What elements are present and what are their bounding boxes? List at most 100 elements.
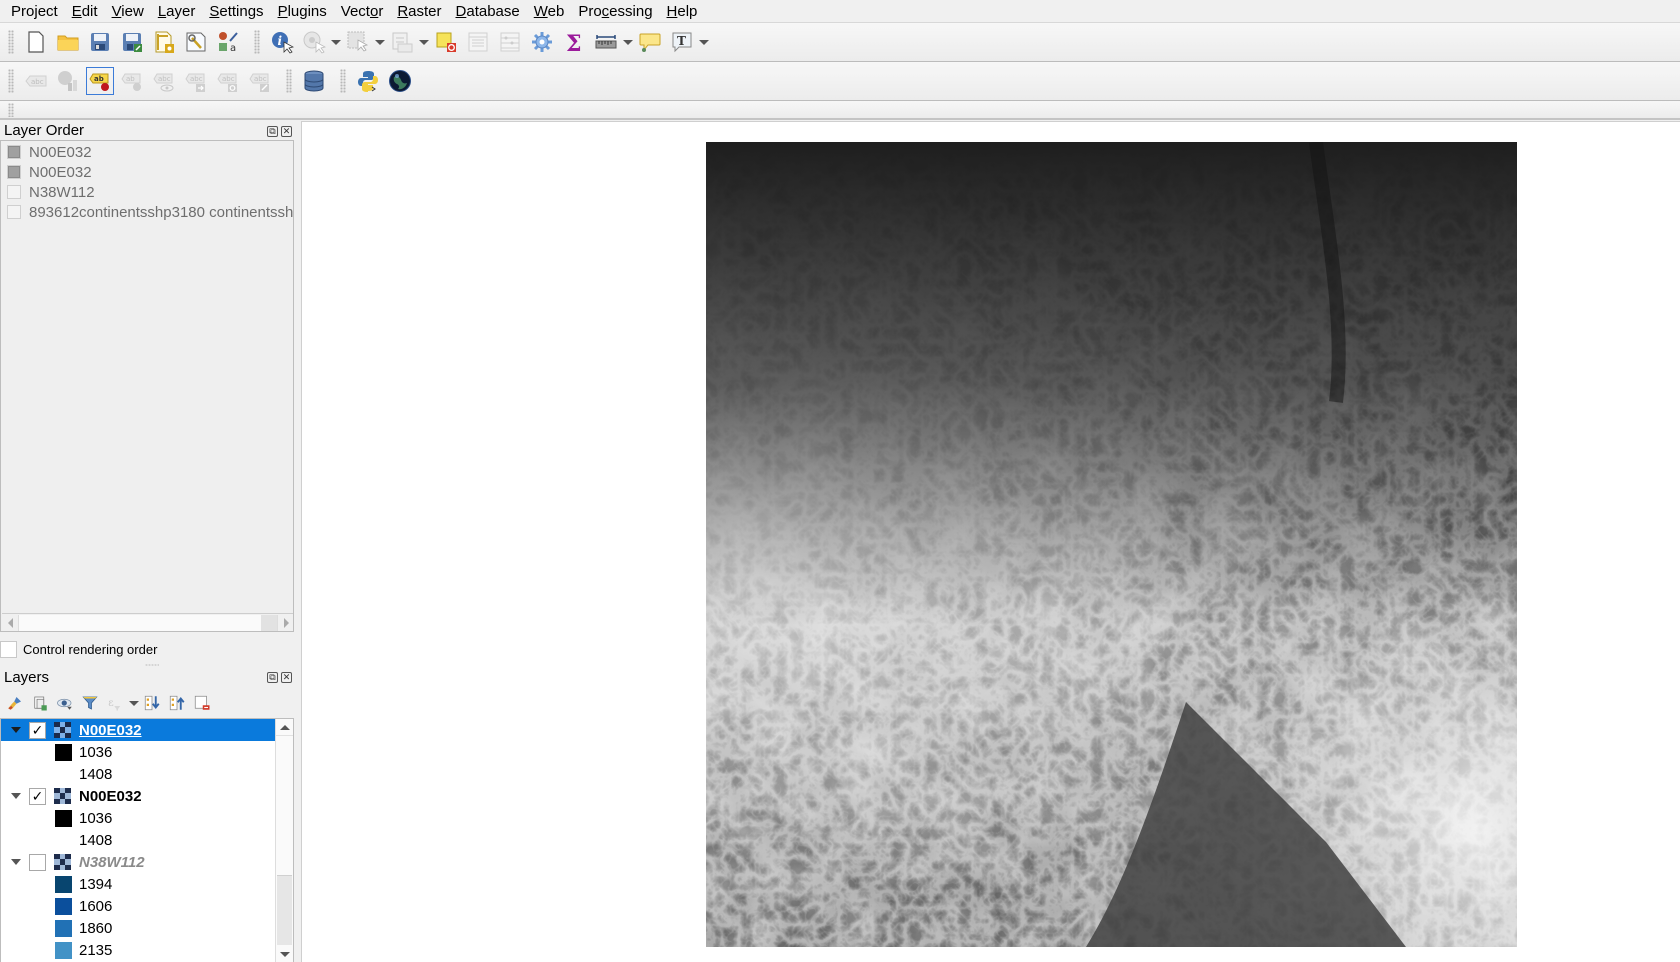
python-console-button[interactable]: [352, 65, 384, 97]
layer-order-checkbox[interactable]: [7, 205, 21, 219]
menu-raster[interactable]: Raster: [390, 0, 448, 23]
move-label-button[interactable]: abc: [180, 65, 212, 97]
new-project-button[interactable]: [20, 26, 52, 58]
scroll-down-arrow[interactable]: [276, 946, 293, 962]
run-feature-action-dropdown[interactable]: [330, 26, 342, 58]
menu-view[interactable]: View: [105, 0, 151, 23]
layer-order-item[interactable]: 893612continentsshp3180 continentsshp: [1, 202, 293, 222]
collapse-all-button[interactable]: [166, 692, 188, 714]
statistical-summary-button[interactable]: Σ: [558, 26, 590, 58]
filter-expression-dropdown[interactable]: [129, 692, 138, 714]
open-project-button[interactable]: [52, 26, 84, 58]
toolbar-grip[interactable]: [254, 30, 260, 54]
scroll-thumb[interactable]: [261, 614, 277, 631]
layer-visibility-checkbox[interactable]: ✓: [29, 721, 46, 739]
open-layer-styling-button[interactable]: [4, 692, 26, 714]
legend-item[interactable]: 1036: [1, 741, 293, 763]
legend-item[interactable]: 2135: [1, 939, 293, 961]
run-feature-action-button[interactable]: [298, 26, 330, 58]
scroll-right-arrow[interactable]: [278, 615, 293, 631]
text-annotation-button[interactable]: T: [666, 26, 698, 58]
menu-plugins[interactable]: Plugins: [271, 0, 334, 23]
remove-layer-button[interactable]: [191, 692, 213, 714]
layer-order-checkbox[interactable]: [7, 185, 21, 199]
legend-item[interactable]: 1036: [1, 807, 293, 829]
new-print-layout-button[interactable]: [148, 26, 180, 58]
layer-row[interactable]: ✓ N00E032: [1, 785, 277, 807]
menu-processing[interactable]: Processing: [571, 0, 659, 23]
close-panel-button[interactable]: ✕: [281, 672, 292, 683]
db-manager-button[interactable]: [298, 65, 330, 97]
deselect-features-button[interactable]: [386, 26, 418, 58]
menu-project[interactable]: Project: [4, 0, 65, 23]
toolbar-grip[interactable]: [8, 102, 14, 117]
rotate-label-button[interactable]: abc: [212, 65, 244, 97]
metasearch-button[interactable]: [384, 65, 416, 97]
legend-item[interactable]: 1408: [1, 763, 293, 785]
control-rendering-order[interactable]: Control rendering order: [0, 641, 157, 658]
filter-by-expression-button[interactable]: ε: [104, 692, 126, 714]
layer-order-checkbox[interactable]: [7, 145, 21, 159]
close-panel-button[interactable]: ✕: [281, 126, 292, 137]
toolbar-grip[interactable]: [340, 69, 346, 93]
map-canvas[interactable]: [301, 121, 1680, 962]
scroll-track[interactable]: [18, 614, 278, 631]
style-manager-button[interactable]: a: [212, 26, 244, 58]
layer-visibility-checkbox[interactable]: [29, 853, 46, 871]
layer-order-item[interactable]: N38W112: [1, 182, 293, 202]
annotation-dropdown[interactable]: [698, 26, 710, 58]
dock-splitter-handle[interactable]: [145, 664, 159, 666]
layer-order-item[interactable]: N00E032: [1, 162, 293, 182]
pin-unpin-labels-button[interactable]: ab: [116, 65, 148, 97]
measure-line-button[interactable]: [590, 26, 622, 58]
manage-map-themes-button[interactable]: [54, 692, 76, 714]
expand-all-button[interactable]: [141, 692, 163, 714]
legend-item[interactable]: 1394: [1, 873, 293, 895]
control-rendering-order-checkbox[interactable]: [0, 641, 17, 658]
menu-database[interactable]: Database: [449, 0, 527, 23]
toolbar-grip[interactable]: [8, 69, 14, 93]
menu-help[interactable]: Help: [660, 0, 705, 23]
add-group-button[interactable]: [29, 692, 51, 714]
scroll-left-arrow[interactable]: [2, 615, 18, 631]
menu-settings[interactable]: Settings: [202, 0, 270, 23]
expand-collapse-icon[interactable]: [10, 859, 21, 865]
menu-web[interactable]: Web: [527, 0, 572, 23]
layer-row[interactable]: N38W112: [1, 851, 277, 873]
layer-labeling-options-button[interactable]: abc: [20, 65, 52, 97]
save-project-button[interactable]: [84, 26, 116, 58]
map-tips-button[interactable]: [634, 26, 666, 58]
layer-visibility-checkbox[interactable]: ✓: [29, 787, 46, 805]
layer-order-checkbox[interactable]: [7, 165, 21, 179]
menu-edit[interactable]: Edit: [65, 0, 105, 23]
horizontal-scrollbar[interactable]: [2, 613, 293, 631]
save-project-as-button[interactable]: [116, 26, 148, 58]
toolbar-grip[interactable]: [286, 69, 292, 93]
float-panel-button[interactable]: ⧉: [267, 672, 278, 683]
deselect-features-dropdown[interactable]: [418, 26, 430, 58]
change-label-button[interactable]: abc: [244, 65, 276, 97]
layer-diagram-options-button[interactable]: [52, 65, 84, 97]
vertical-scrollbar[interactable]: [275, 719, 293, 962]
layout-manager-button[interactable]: [180, 26, 212, 58]
expand-collapse-icon[interactable]: [10, 793, 21, 799]
legend-item[interactable]: 1408: [1, 829, 293, 851]
open-field-calculator-button[interactable]: [494, 26, 526, 58]
filter-legend-button[interactable]: [79, 692, 101, 714]
legend-item[interactable]: 1606: [1, 895, 293, 917]
expand-collapse-icon[interactable]: [10, 727, 21, 733]
processing-toolbox-button[interactable]: [526, 26, 558, 58]
layer-row[interactable]: ✓ N00E032: [1, 719, 277, 741]
float-panel-button[interactable]: ⧉: [267, 126, 278, 137]
legend-item[interactable]: 1860: [1, 917, 293, 939]
menu-vector[interactable]: Vector: [334, 0, 391, 23]
open-attribute-table-button[interactable]: [462, 26, 494, 58]
highlight-pinned-labels-button[interactable]: ab: [84, 65, 116, 97]
deselect-all-layers-button[interactable]: [430, 26, 462, 58]
select-features-dropdown[interactable]: [374, 26, 386, 58]
scroll-thumb[interactable]: [277, 875, 292, 945]
measure-dropdown[interactable]: [622, 26, 634, 58]
select-features-button[interactable]: [342, 26, 374, 58]
layer-order-item[interactable]: N00E032: [1, 142, 293, 162]
show-hide-labels-button[interactable]: abc: [148, 65, 180, 97]
